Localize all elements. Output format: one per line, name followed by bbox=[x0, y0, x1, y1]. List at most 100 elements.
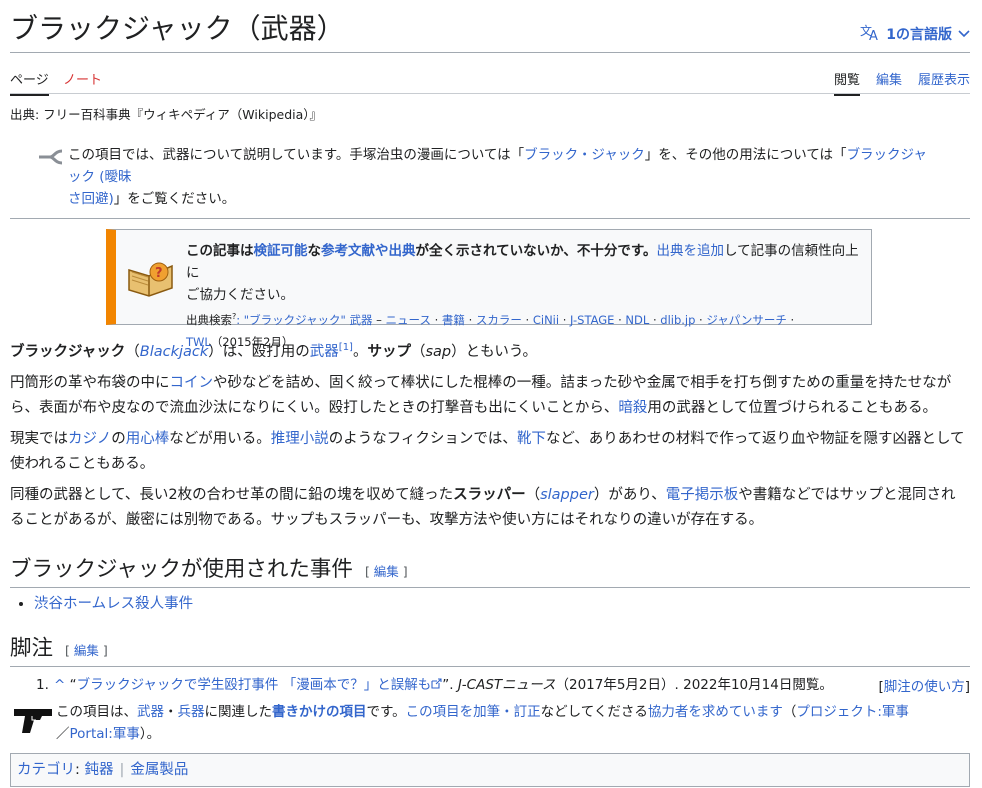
paragraph-usage: 現実ではカジノの用心棒などが用いる。推理小説のようなフィクションでは、靴下など、… bbox=[10, 427, 970, 477]
link-search-news[interactable]: ニュース bbox=[386, 313, 431, 327]
link-verifiability[interactable]: 検証可能 bbox=[254, 243, 308, 259]
ref-backlink[interactable]: ^ bbox=[54, 677, 65, 693]
link-socks[interactable]: 靴下 bbox=[517, 431, 546, 447]
hatnote-text: この項目では、武器について説明しています。手塚治虫の漫画については「 bbox=[68, 147, 525, 163]
text: ）があり、 bbox=[593, 486, 666, 503]
category-metal-products[interactable]: 金属製品 bbox=[130, 762, 188, 778]
text: ら、表面が布や皮なので流血沙汰になりにくい。殴打したときの打撃音も出にくいことか… bbox=[10, 399, 619, 416]
link-search-jstage[interactable]: J-STAGE bbox=[570, 313, 614, 327]
link-arms[interactable]: 兵器 bbox=[178, 704, 205, 720]
footnote-howto: [脚注の使い方] bbox=[878, 678, 970, 695]
svg-text:A: A bbox=[869, 29, 878, 41]
reference-item: ^ “ブラックジャックで学生殴打事件 「漫画本で？」と誤解も ”. J-CASTニ… bbox=[54, 673, 833, 697]
tab-page[interactable]: ページ bbox=[10, 69, 49, 96]
link-categories[interactable]: カテゴリ bbox=[17, 762, 75, 778]
language-button-label: 1の言語版 bbox=[886, 27, 952, 43]
hatnote-text: 」を、その他の用法については「 bbox=[644, 147, 847, 163]
link-casino[interactable]: カジノ bbox=[68, 431, 111, 447]
link-project-military[interactable]: プロジェクト:軍事 bbox=[796, 704, 909, 720]
link-bouncer[interactable]: 用心棒 bbox=[126, 431, 170, 447]
link-search-cinii[interactable]: CiNii bbox=[533, 313, 559, 327]
link-black-jack-manga[interactable]: ブラック・ジャック bbox=[524, 147, 645, 163]
hatnote: この項目では、武器について説明しています。手塚治虫の漫画については「ブラック・ジ… bbox=[10, 144, 970, 219]
section-heading-incidents: ブラックジャックが使用された事件 [ 編集 ] bbox=[10, 553, 970, 588]
text: です。 bbox=[366, 703, 406, 720]
link-coin[interactable]: コイン bbox=[170, 375, 214, 391]
text: 使われることもある。 bbox=[10, 455, 155, 472]
term-blackjack: ブラックジャック bbox=[10, 343, 126, 360]
link-weapons[interactable]: 武器 bbox=[137, 704, 164, 720]
link-add-citation[interactable]: 出典を追加 bbox=[656, 243, 724, 259]
paragraph-description: 円筒形の革や布袋の中にコインや砂などを詰め、固く絞って棒状にした棍棒の一種。詰ま… bbox=[10, 371, 970, 421]
citation-needed-box: ? この記事は検証可能な参考文献や出典が全く示されていないか、不十分です。出典を… bbox=[106, 229, 872, 349]
link-search-query[interactable]: : "ブラックジャック" 武器 bbox=[236, 313, 372, 327]
section-edit: [ 編集 ] bbox=[65, 642, 108, 658]
text: “ bbox=[69, 676, 77, 693]
pistol-icon bbox=[14, 708, 52, 733]
section-edit: [ 編集 ] bbox=[364, 563, 408, 579]
text: （ bbox=[525, 486, 541, 503]
tab-read[interactable]: 閲覧 bbox=[834, 69, 861, 96]
language-button[interactable]: 文A 1の言語版 bbox=[860, 23, 970, 45]
link-search-twl[interactable]: TWL bbox=[186, 335, 211, 349]
link-shibuya-incident[interactable]: 渋谷ホームレス殺人事件 bbox=[34, 596, 193, 612]
text: （ bbox=[125, 343, 140, 360]
text: （ bbox=[782, 703, 797, 720]
text: この項目は、 bbox=[56, 703, 137, 720]
category-blunt-weapon[interactable]: 鈍器 bbox=[85, 762, 114, 778]
text: 円筒形の革や布袋の中に bbox=[10, 374, 170, 391]
ref-publication: J-CASTニュース bbox=[457, 676, 556, 693]
text: や書籍などではサップと混同され bbox=[738, 486, 956, 503]
link-search-books[interactable]: 書籍 bbox=[442, 313, 465, 327]
link-slapper-en[interactable]: slapper bbox=[540, 487, 594, 503]
text: （2017年5月2日）. 2022年10月14日閲覧。 bbox=[555, 676, 833, 693]
link-assassination[interactable]: 暗殺 bbox=[618, 400, 647, 416]
book-question-icon: ? bbox=[128, 262, 173, 297]
tab-history[interactable]: 履歴表示 bbox=[918, 69, 970, 94]
link-stub[interactable]: 書きかけの項目 bbox=[272, 704, 367, 720]
link-search-dlib[interactable]: dlib.jp bbox=[660, 313, 695, 327]
ambox-text: ご協力ください。 bbox=[186, 287, 294, 303]
text: ”. bbox=[442, 676, 454, 693]
link-jcast-article[interactable]: ブラックジャックで学生殴打事件 「漫画本で？」と誤解も bbox=[77, 677, 432, 693]
paragraph-slapper: 同種の武器として、長い2枚の合わせ革の間に鉛の塊を収めて縫ったスラッパー（sla… bbox=[10, 483, 970, 533]
link-portal-military[interactable]: Portal:軍事 bbox=[70, 726, 140, 742]
text: や砂などを詰め、固く絞って棒状にした棍棒の一種。詰まった砂や金属で相手を打ち倒す… bbox=[213, 374, 952, 391]
edit-section-link[interactable]: 編集 bbox=[74, 643, 99, 658]
references-list: 1. ^ “ブラックジャックで学生殴打事件 「漫画本で？」と誤解も ”. J-CA… bbox=[10, 673, 970, 699]
link-disambiguation-cont[interactable]: さ回避) bbox=[68, 191, 114, 207]
link-search-scholar[interactable]: スカラー bbox=[476, 313, 522, 327]
text: ・ bbox=[164, 703, 178, 720]
ambox-text: な bbox=[307, 243, 322, 259]
disambiguation-icon bbox=[39, 149, 63, 165]
term-slapper: スラッパー bbox=[453, 486, 526, 503]
text: ）。 bbox=[139, 725, 161, 742]
tabs-row: ページ ノート 閲覧 編集 履歴表示 bbox=[10, 53, 970, 96]
link-search-ndl[interactable]: NDL bbox=[625, 313, 649, 327]
hatnote-text: 」をご覧ください。 bbox=[113, 191, 236, 207]
svg-text:?: ? bbox=[155, 266, 163, 281]
text: に関連した bbox=[204, 703, 273, 720]
text: などが用いる。 bbox=[169, 430, 271, 447]
text: ることがあるが、厳密には別物である。サップもスラッパーも、攻撃方法や使い方にはそ… bbox=[10, 511, 764, 528]
text: などしてくださる bbox=[540, 703, 648, 720]
text: など、ありあわせの材料で作って返り血や物証を隠す凶器として bbox=[545, 430, 965, 447]
tab-edit[interactable]: 編集 bbox=[876, 69, 902, 94]
edit-section-link[interactable]: 編集 bbox=[374, 564, 399, 579]
link-bbs[interactable]: 電子掲示板 bbox=[666, 487, 739, 503]
text: の bbox=[111, 430, 126, 447]
stub-notice: この項目は、武器・兵器に関連した書きかけの項目です。この項目を加筆・訂正などして… bbox=[10, 701, 970, 747]
link-contributors[interactable]: 協力者を求めています bbox=[648, 704, 783, 720]
link-references[interactable]: 参考文献や出典 bbox=[321, 243, 416, 259]
section-heading-notes: 脚注 [ 編集 ] bbox=[10, 632, 970, 667]
link-mystery-novel[interactable]: 推理小説 bbox=[271, 431, 329, 447]
link-search-japansearch[interactable]: ジャパンサーチ bbox=[706, 313, 787, 327]
ambox-date: （2015年2月） bbox=[210, 334, 294, 349]
tab-talk[interactable]: ノート bbox=[63, 69, 102, 94]
text: 現実では bbox=[10, 430, 68, 447]
link-footnote-howto[interactable]: 脚注の使い方 bbox=[884, 679, 965, 695]
title-row: ブラックジャック（武器） 文A 1の言語版 bbox=[10, 0, 970, 53]
link-edit-article[interactable]: この項目を加筆・訂正 bbox=[406, 704, 541, 720]
section-title: 脚注 bbox=[10, 635, 54, 661]
article-page: ブラックジャック（武器） 文A 1の言語版 ページ ノート 閲覧 編集 履歴表示… bbox=[10, 0, 970, 787]
